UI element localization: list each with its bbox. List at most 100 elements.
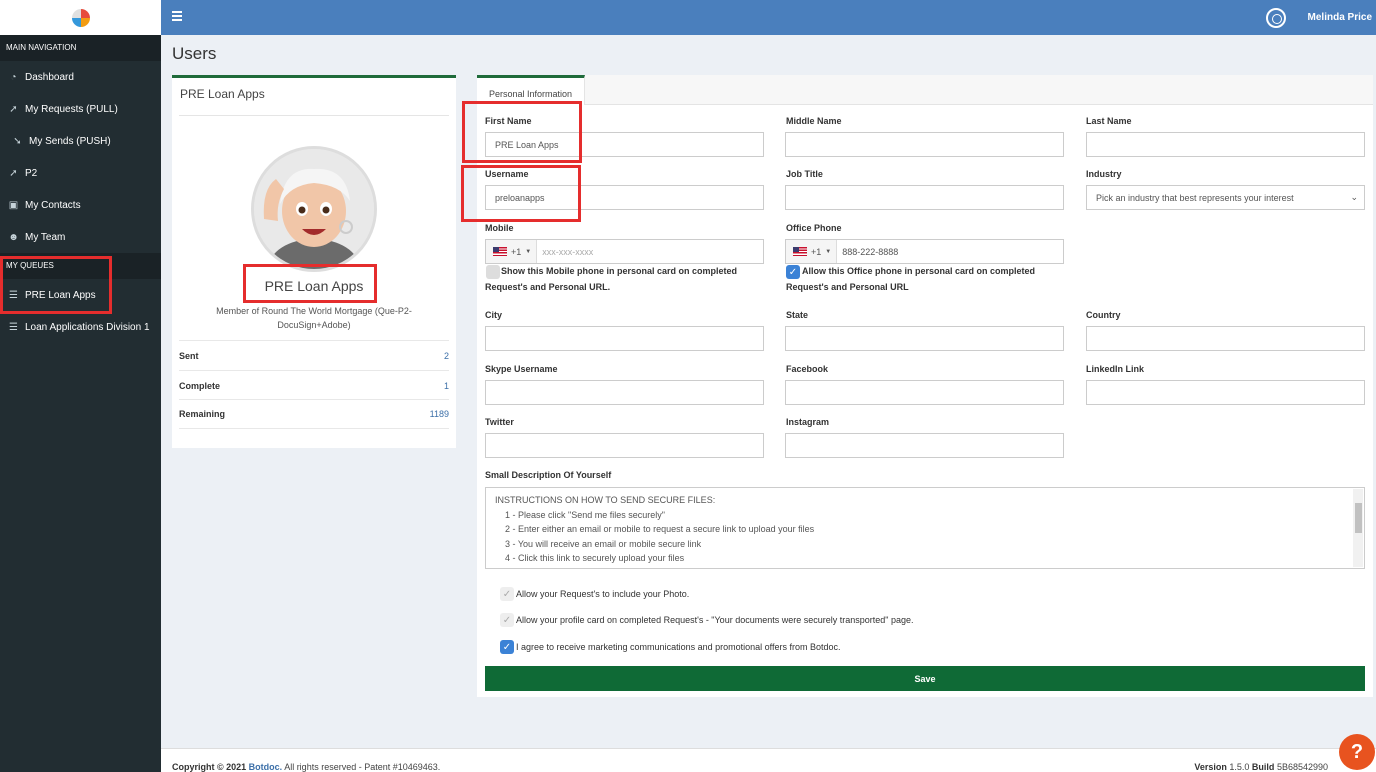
contact-book-icon: ▣ <box>8 199 19 211</box>
sidebar-item-dashboard[interactable]: ◔ Dashboard <box>0 61 161 93</box>
help-button[interactable]: ? <box>1339 734 1375 770</box>
middle-name-label: Middle Name <box>786 116 842 126</box>
mobile-field[interactable]: +1 ▼ xxx-xxx-xxxx <box>485 239 764 264</box>
question-mark-icon: ? <box>1350 740 1364 763</box>
logo-area[interactable] <box>0 0 161 35</box>
sidebar-item-label: P2 <box>25 167 38 179</box>
description-label: Small Description Of Yourself <box>485 470 612 480</box>
chevron-down-icon: ⌄ <box>1350 192 1358 202</box>
mobile-country-code: +1 <box>511 246 522 257</box>
stat-row-remaining: Remaining 1189 <box>179 399 449 429</box>
industry-label: Industry <box>1086 169 1122 179</box>
list-icon: ☰ <box>9 321 18 333</box>
build-value: 5B68542990 <box>1276 762 1328 772</box>
office-country-code-select[interactable]: +1 ▼ <box>786 240 838 263</box>
office-phone-field[interactable]: +1 ▼ 888-222-8888 <box>785 239 1064 264</box>
last-name-field[interactable] <box>1086 132 1365 157</box>
stat-value: 2 <box>443 350 449 361</box>
description-line: 2 - Enter either an email or mobile to r… <box>495 524 815 534</box>
industry-select[interactable]: Pick an industry that best represents yo… <box>1086 185 1365 210</box>
description-textarea[interactable]: INSTRUCTIONS ON HOW TO SEND SECURE FILES… <box>485 487 1365 569</box>
footer: Copyright © 2021 Botdoc. All rights rese… <box>161 748 1376 772</box>
sidebar-item-label: My Requests (PULL) <box>25 103 118 115</box>
send-icon: ➘ <box>13 135 22 147</box>
description-line: 4 - Click this link to securely upload y… <box>495 553 685 563</box>
botdoc-link[interactable]: Botdoc. <box>249 762 283 772</box>
profile-card: PRE Loan Apps PRE Loan Apps Member of Ro… <box>172 75 456 448</box>
marketing-consent-checkbox[interactable]: ✓ <box>500 640 514 654</box>
job-title-field[interactable] <box>785 185 1064 210</box>
top-header: Melinda Price <box>161 0 1376 35</box>
user-name[interactable]: Melinda Price <box>1308 12 1372 23</box>
user-menu[interactable]: Melinda Price <box>1265 0 1372 35</box>
profile-card-label: Allow your profile card on completed Req… <box>516 615 914 625</box>
sidebar-item-my-requests[interactable]: ➚ My Requests (PULL) <box>0 93 161 125</box>
country-field[interactable] <box>1086 326 1365 351</box>
hamburger-menu-icon[interactable] <box>172 11 182 22</box>
middle-name-field[interactable] <box>785 132 1064 157</box>
users-icon: ☻ <box>8 231 19 243</box>
paper-plane-icon: ➚ <box>9 167 18 179</box>
memoji-avatar-image <box>254 149 374 269</box>
sidebar-item-label: Dashboard <box>25 71 74 83</box>
footer-version: Version 1.5.0 Build 5B68542990 <box>1194 762 1328 772</box>
allow-office-phone-checkbox[interactable]: ✓ <box>786 265 800 279</box>
us-flag-icon <box>493 247 507 256</box>
botdoc-logo[interactable] <box>71 8 90 27</box>
sidebar-item-label: My Sends (PUSH) <box>29 135 111 147</box>
twitter-field[interactable] <box>485 433 764 458</box>
version-value: 1.5.0 <box>1229 762 1250 772</box>
stat-row-sent: Sent 2 <box>179 340 449 370</box>
mobile-placeholder: xxx-xxx-xxxx <box>542 246 594 257</box>
instagram-field[interactable] <box>785 433 1064 458</box>
divider <box>179 115 449 116</box>
mobile-label: Mobile <box>485 223 514 233</box>
office-country-code: +1 <box>811 246 822 257</box>
marketing-consent-label: I agree to receive marketing communicati… <box>516 642 841 652</box>
mobile-country-code-select[interactable]: +1 ▼ <box>486 240 538 263</box>
sidebar-item-my-team[interactable]: ☻ My Team <box>0 221 161 253</box>
highlight-box-first-name <box>462 101 582 163</box>
job-title-label: Job Title <box>786 169 823 179</box>
copyright-suffix: All rights reserved - Patent #10469463. <box>284 762 441 772</box>
main-navigation-header: MAIN NAVIGATION <box>0 35 161 61</box>
highlight-box-queue <box>0 256 112 314</box>
stat-value: 1 <box>443 380 449 391</box>
profile-card-title: PRE Loan Apps <box>180 87 265 101</box>
profile-card-checkbox[interactable]: ✓ <box>500 613 514 627</box>
sidebar-item-p2[interactable]: ➚ P2 <box>0 157 161 189</box>
skype-field[interactable] <box>485 380 764 405</box>
linkedin-field[interactable] <box>1086 380 1365 405</box>
show-mobile-checkbox[interactable] <box>486 265 500 279</box>
us-flag-icon <box>793 247 807 256</box>
facebook-field[interactable] <box>785 380 1064 405</box>
avatar[interactable] <box>251 146 377 272</box>
save-button[interactable]: Save <box>485 666 1365 691</box>
page-title: Users <box>172 44 217 63</box>
profile-member-text: Member of Round The World Mortgage (Que-… <box>216 306 412 330</box>
stat-row-complete: Complete 1 <box>179 370 449 400</box>
include-photo-checkbox[interactable]: ✓ <box>500 587 514 601</box>
state-label: State <box>786 310 809 320</box>
linkedin-label: LinkedIn Link <box>1086 364 1145 374</box>
scrollbar-thumb[interactable] <box>1355 503 1362 533</box>
version-label: Version <box>1194 762 1227 772</box>
city-field[interactable] <box>485 326 764 351</box>
sidebar-item-label: My Team <box>25 231 66 243</box>
description-line: INSTRUCTIONS ON HOW TO SEND SECURE FILES… <box>495 495 716 505</box>
show-mobile-checkbox-label-line1: Show this Mobile phone in personal card … <box>501 266 738 276</box>
stat-value: 1189 <box>429 409 449 419</box>
industry-select-value: Pick an industry that best represents yo… <box>1096 192 1294 203</box>
show-mobile-checkbox-label-line2: Request's and Personal URL. <box>485 282 611 292</box>
textarea-scrollbar[interactable] <box>1353 489 1363 567</box>
highlight-box-username <box>461 165 581 222</box>
sidebar-item-loan-applications-division-1[interactable]: ☰ Loan Applications Division 1 <box>0 311 161 343</box>
paper-plane-icon: ➚ <box>9 103 18 115</box>
sidebar-item-my-contacts[interactable]: ▣ My Contacts <box>0 189 161 221</box>
sidebar-item-my-sends[interactable]: ➘ My Sends (PUSH) <box>0 125 161 157</box>
state-field[interactable] <box>785 326 1064 351</box>
stat-label: Sent <box>179 350 199 361</box>
facebook-label: Facebook <box>786 364 829 374</box>
user-avatar-icon[interactable] <box>1265 7 1286 28</box>
skype-label: Skype Username <box>485 364 558 374</box>
